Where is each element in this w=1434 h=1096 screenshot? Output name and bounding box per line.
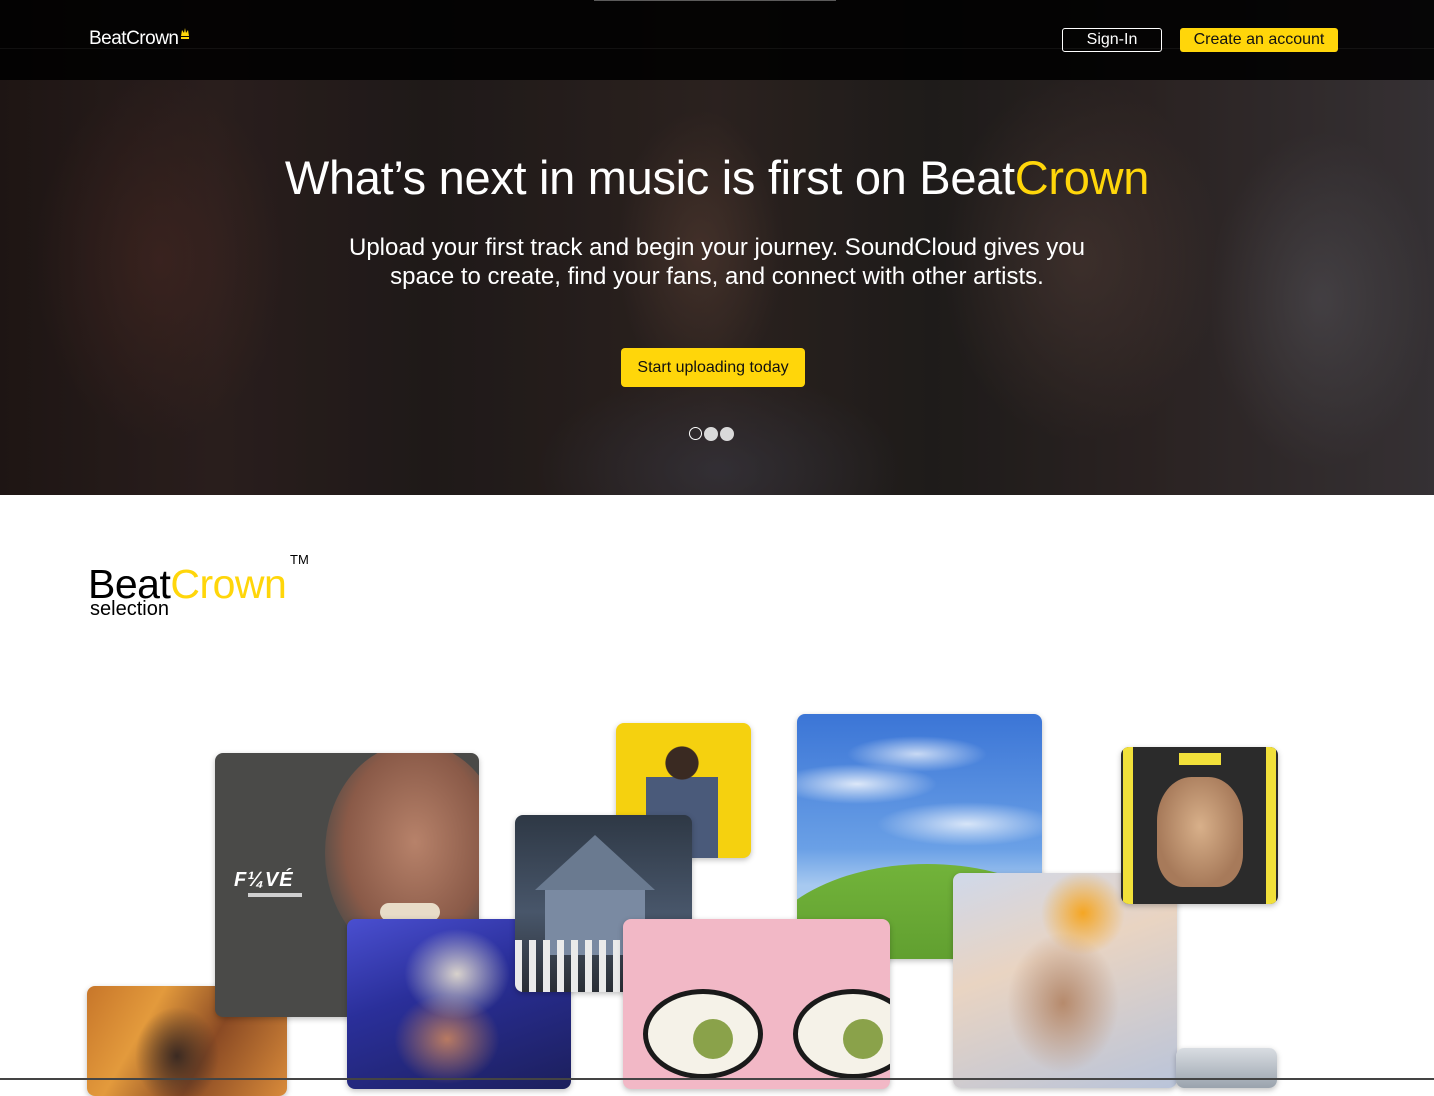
album-cover-cartoon-eyes[interactable] xyxy=(623,919,890,1089)
trademark-mark: TM xyxy=(290,552,309,567)
top-nav: BeatCrown Sign-In Create an account xyxy=(0,0,1434,80)
carousel-dot-2[interactable] xyxy=(704,427,718,441)
album-cover-snow[interactable] xyxy=(1176,1048,1277,1088)
carousel-dot-3[interactable] xyxy=(720,427,734,441)
carousel-indicators xyxy=(689,427,734,441)
sign-in-button[interactable]: Sign-In xyxy=(1062,28,1162,52)
start-uploading-button[interactable]: Start uploading today xyxy=(621,348,805,387)
cover-art-title: F¼VÉ xyxy=(234,869,294,891)
selection-subtitle: selection xyxy=(90,598,169,620)
crown-icon xyxy=(180,25,190,47)
hero-headline: What’s next in music is first on BeatCro… xyxy=(284,151,1150,204)
hero-banner: BeatCrown Sign-In Create an account What… xyxy=(0,0,1434,495)
album-cover-ivtd[interactable] xyxy=(1121,747,1278,904)
logo[interactable]: BeatCrown xyxy=(89,28,190,50)
selection-heading: BeatCrown TM selection xyxy=(88,552,309,620)
carousel-dot-1[interactable] xyxy=(689,427,702,440)
logo-text: BeatCrown xyxy=(89,28,179,49)
create-account-button[interactable]: Create an account xyxy=(1180,28,1338,52)
hero-subline: Upload your first track and begin your j… xyxy=(349,234,1085,290)
album-cover-painted-portrait[interactable] xyxy=(953,873,1177,1088)
